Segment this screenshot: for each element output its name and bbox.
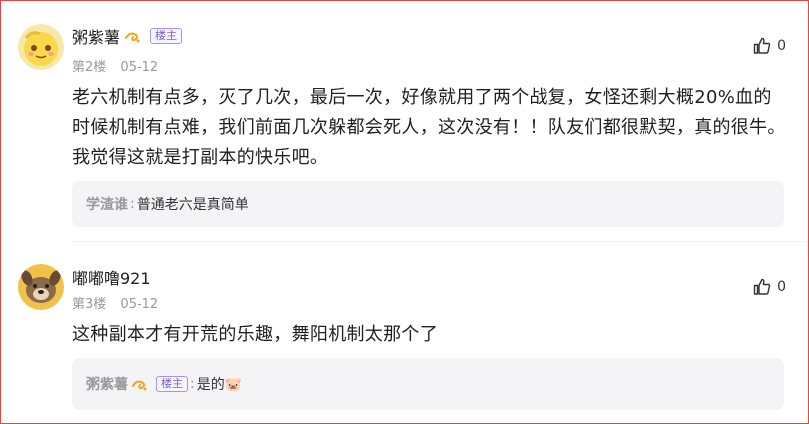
comment-date: 05-12 [120,297,159,312]
owner-tag: 楼主 [156,376,188,392]
reply-text: 普通老六是真简单 [136,197,249,213]
reply-separator: : [190,376,195,392]
like-button[interactable]: 0 [753,37,786,55]
thumbs-up-icon [753,37,771,54]
like-count: 0 [777,38,786,54]
avatar-dog-icon [18,264,64,310]
reply-user-group[interactable]: 粥紫薯 楼主 [86,374,188,394]
avatar-emoji-icon [18,24,64,70]
owner-tag: 楼主 [150,28,183,44]
floor-number: 第3楼 [72,297,107,312]
username[interactable]: 粥紫薯 楼主 [72,24,183,48]
comment-meta: 第2楼 05-12 [72,56,158,75]
swirl-badge-icon [132,380,147,391]
reply-separator: : [130,196,135,212]
comment-text: 老六机制有点多，灭了几次，最后一次，好像就用了两个战复，女怪还剩大概20%血的时… [72,87,786,168]
thumbs-up-icon [753,278,771,295]
swirl-badge-icon [125,32,140,43]
username-text[interactable]: 粥紫薯 [72,24,120,48]
comment-text: 这种副本才有开荒的乐趣，舞阳机制太那个了 [72,324,438,345]
username-text[interactable]: 嘟嘟噜921 [72,265,151,289]
comment-panel: 粥紫薯 楼主 第2楼 05-12 0 老六机制有点多，灭了几次，最后一次，好像就… [0,0,809,424]
reply-item[interactable]: 学渣谁 : 普通老六是真简单 [72,181,784,227]
like-button[interactable]: 0 [753,278,786,296]
floor-number: 第2楼 [72,60,107,75]
reply-item[interactable]: 粥紫薯 楼主 : 是的🐷 [72,358,784,410]
avatar[interactable] [18,264,64,310]
username[interactable]: 嘟嘟噜921 [72,265,151,289]
like-count: 0 [777,279,786,295]
avatar[interactable] [18,24,64,70]
reply-text: 是的🐷 [196,377,243,393]
divider [72,241,808,242]
comment-date: 05-12 [120,60,159,75]
reply-username[interactable]: 学渣谁 [86,194,128,214]
comment-meta: 第3楼 05-12 [72,293,158,312]
reply-username[interactable]: 粥紫薯 [86,374,128,394]
